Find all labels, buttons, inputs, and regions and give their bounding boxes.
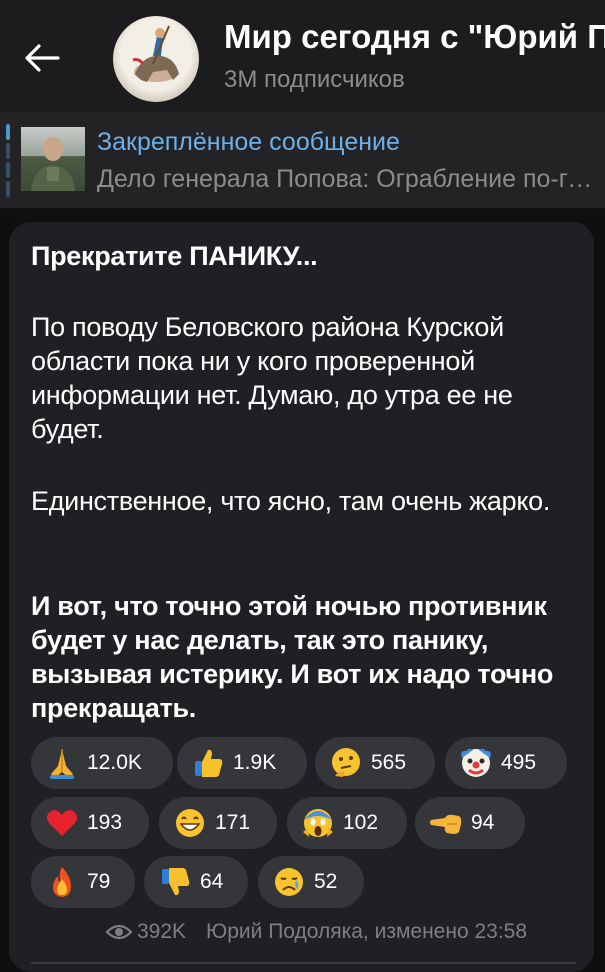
reaction-count: 495 [501,751,537,774]
reaction-thumbs-down[interactable]: 64 [144,856,248,908]
arrow-left-icon [25,44,60,72]
reaction-thumbs-up[interactable]: 1.9K [177,737,307,789]
chat-header: Мир сегодня с "Юрий Подоляка" 3M подписч… [0,0,605,112]
reaction-count: 12.0K [87,751,142,774]
author-edited-time: Юрий Подоляка, изменено 23:58 [206,920,528,943]
clown-face-icon [457,744,495,782]
crying-face-icon [270,863,308,901]
reaction-pointing-hand[interactable]: 94 [415,797,525,849]
reaction-count: 1.9K [233,751,277,774]
channel-avatar[interactable] [113,16,199,102]
pinned-thumbnail [21,127,85,191]
reaction-folded-hands[interactable]: 12.0K [31,737,173,789]
thumbs-down-icon [156,863,194,901]
reaction-grinning-face[interactable]: 171 [159,797,277,849]
pinned-preview: Дело генерала Попова: Ограбление по-гене… [97,165,597,193]
pinned-label: Закреплённое сообщение [97,128,400,156]
message-title: Прекратите ПАНИКУ... [31,241,318,271]
message-paragraph: По поводу Беловского района Курской обла… [31,312,513,444]
pointing-hand-icon [427,804,465,842]
reaction-count: 565 [371,751,407,774]
message-footer: 392K Юрий Подоляка, изменено 23:58 [9,920,594,950]
reaction-count: 64 [200,870,224,893]
reaction-count: 171 [215,811,251,834]
back-button[interactable] [18,34,66,82]
thinking-face-icon [327,744,365,782]
eye-icon [105,924,133,940]
pinned-position-indicator [6,124,10,198]
folded-hands-icon [43,744,81,782]
reaction-thinking-face[interactable]: 565 [315,737,435,789]
reaction-count: 102 [343,811,379,834]
reaction-count: 79 [87,870,111,893]
fire-icon [43,863,81,901]
reaction-count: 94 [471,811,495,834]
grinning-face-icon [171,804,209,842]
reaction-clown-face[interactable]: 495 [445,737,567,789]
message-bubble[interactable]: Прекратите ПАНИКУ... По поводу Беловског… [9,222,594,972]
thumbs-up-icon [189,744,227,782]
divider [31,962,576,964]
screaming-face-icon [299,804,337,842]
reaction-screaming-face[interactable]: 102 [287,797,407,849]
red-heart-icon [43,804,81,842]
reaction-crying-face[interactable]: 52 [258,856,364,908]
reaction-red-heart[interactable]: 193 [31,797,149,849]
channel-title[interactable]: Мир сегодня с "Юрий Подоляка" [224,18,605,56]
reaction-count: 52 [314,870,338,893]
subscriber-count: 3M подписчиков [224,66,405,93]
reaction-count: 193 [87,811,123,834]
reaction-fire[interactable]: 79 [31,856,135,908]
pinned-message-bar[interactable]: Закреплённое сообщение Дело генерала Поп… [0,112,605,209]
horseman-icon [132,25,179,82]
message-paragraph: Единственное, что ясно, там очень жарко. [31,486,551,516]
view-count: 392K [137,920,187,943]
message-paragraph-bold: И вот, что точно этой ночью противник бу… [31,591,554,723]
